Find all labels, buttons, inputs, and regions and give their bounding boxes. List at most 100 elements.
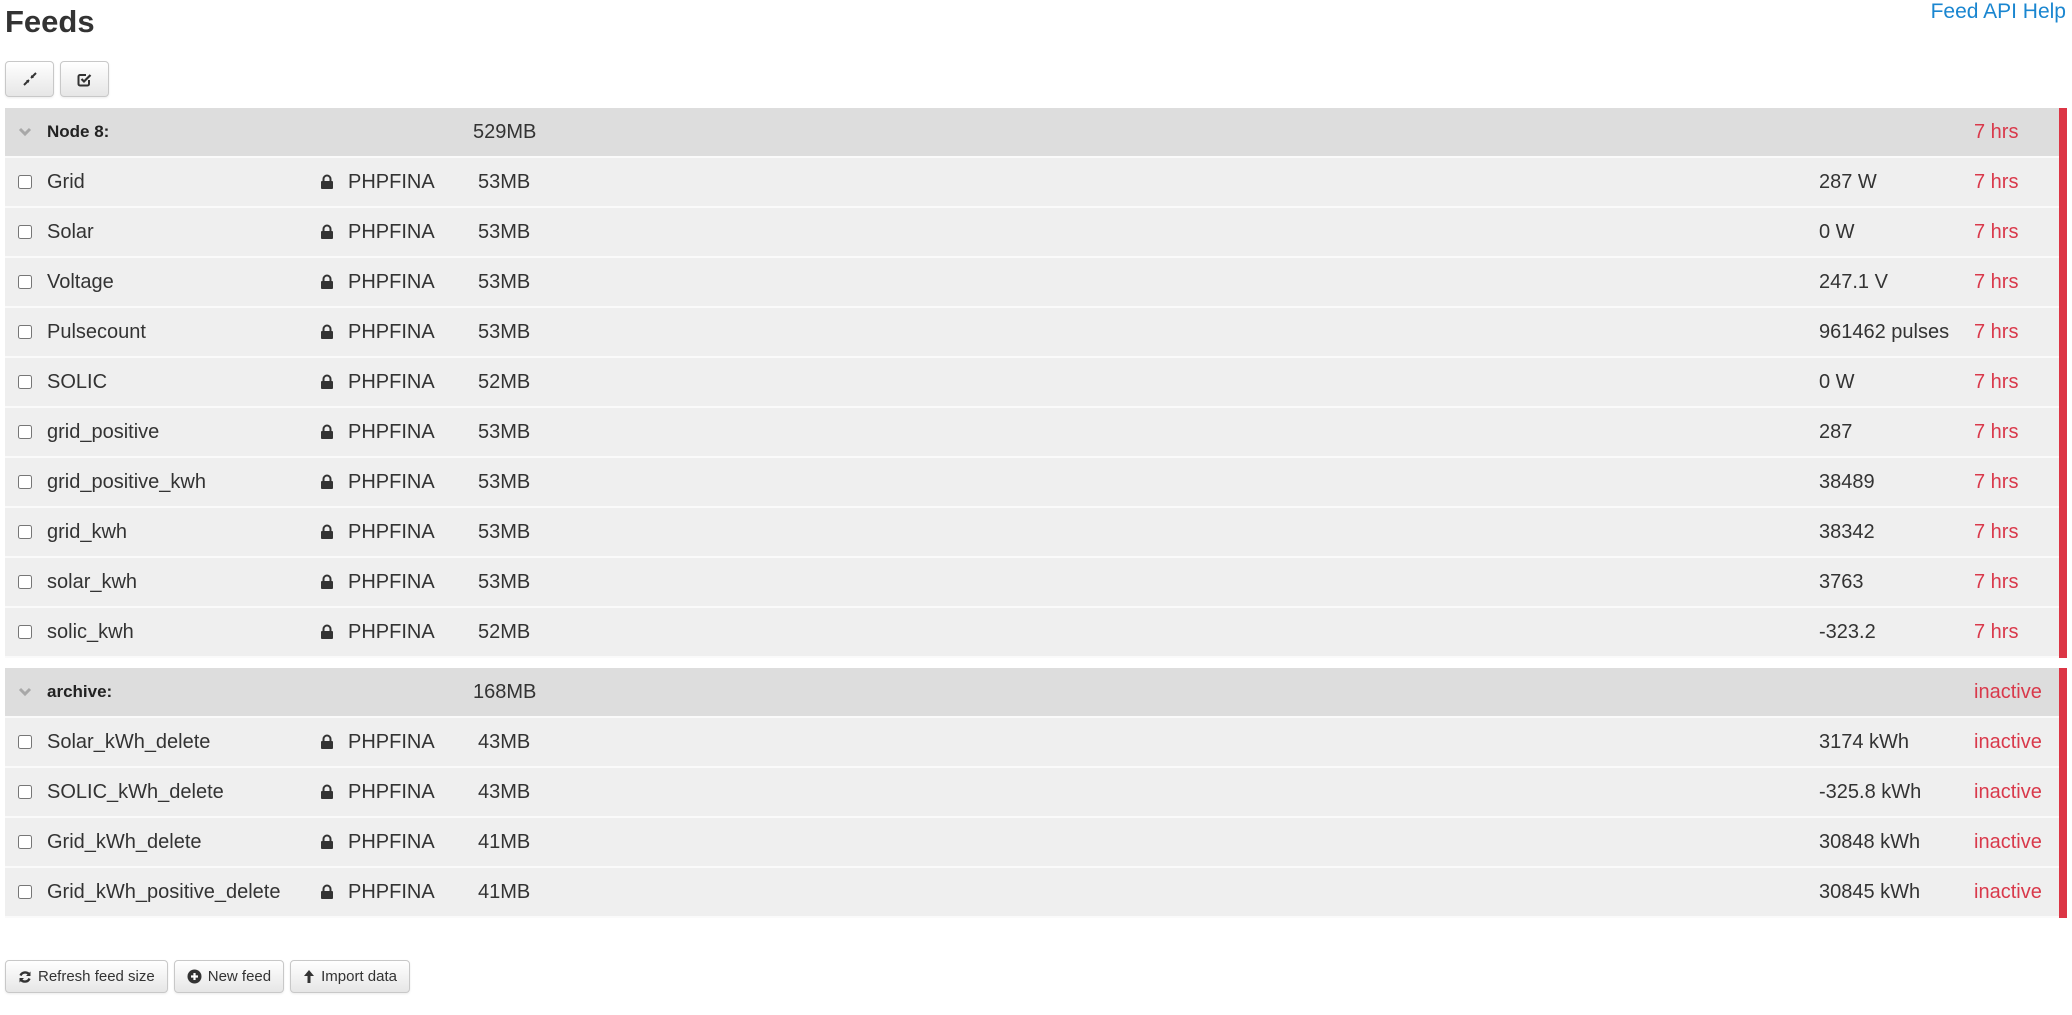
feed-select-checkbox-wrap[interactable] (18, 625, 32, 639)
feed-name[interactable]: Solar_kWh_delete (47, 731, 210, 754)
feed-updated: 7 hrs (1974, 570, 2019, 593)
feed-select-checkbox-wrap[interactable] (18, 175, 32, 189)
feed-engine: PHPFINA (348, 170, 435, 193)
import-data-button[interactable]: Import data (290, 960, 410, 993)
feed-row[interactable]: Pulsecount PHPFINA 53MB 961462 pulses 7 hrs (5, 308, 2067, 358)
feed-select-checkbox[interactable] (18, 275, 32, 289)
feed-select-checkbox-wrap[interactable] (18, 735, 32, 749)
feed-engine: PHPFINA (348, 320, 435, 343)
lock-icon (321, 174, 333, 189)
feed-size: 53MB (478, 520, 531, 543)
feed-select-checkbox-wrap[interactable] (18, 525, 32, 539)
feed-select-checkbox-wrap[interactable] (18, 225, 32, 239)
lock-icon (321, 224, 333, 239)
feed-row[interactable]: SOLIC PHPFINA 52MB 0 W 7 hrs (5, 358, 2067, 408)
feed-name[interactable]: SOLIC_kWh_delete (47, 781, 224, 804)
plus-circle-icon (187, 969, 202, 984)
feed-value: 0 W (1819, 220, 1855, 243)
lock-icon (321, 784, 333, 799)
chevron-down-icon[interactable] (18, 125, 32, 139)
feed-row[interactable]: Grid PHPFINA 53MB 287 W 7 hrs (5, 158, 2067, 208)
feed-engine: PHPFINA (348, 370, 435, 393)
feed-select-checkbox-wrap[interactable] (18, 275, 32, 289)
feed-row[interactable]: Voltage PHPFINA 53MB 247.1 V 7 hrs (5, 258, 2067, 308)
feed-value: -323.2 (1819, 620, 1876, 643)
feed-name[interactable]: Grid_kWh_positive_delete (47, 881, 280, 904)
feed-value: -325.8 kWh (1819, 780, 1922, 803)
lock-icon (321, 274, 333, 289)
feed-select-checkbox[interactable] (18, 625, 32, 639)
feed-select-checkbox[interactable] (18, 225, 32, 239)
feed-select-checkbox[interactable] (18, 325, 32, 339)
feed-select-checkbox-wrap[interactable] (18, 835, 32, 849)
feed-row[interactable]: grid_positive_kwh PHPFINA 53MB 38489 7 hrs (5, 458, 2067, 508)
feed-value: 961462 pulses (1819, 320, 1950, 343)
select-all-button[interactable] (60, 61, 109, 97)
feed-name[interactable]: Grid (47, 171, 85, 194)
feed-row[interactable]: Solar PHPFINA 53MB 0 W 7 hrs (5, 208, 2067, 258)
feed-name[interactable]: solar_kwh (47, 571, 137, 594)
feed-select-checkbox-wrap[interactable] (18, 785, 32, 799)
feed-select-checkbox[interactable] (18, 785, 32, 799)
feed-select-checkbox-wrap[interactable] (18, 475, 32, 489)
feed-select-checkbox[interactable] (18, 575, 32, 589)
collapse-all-button[interactable] (5, 61, 54, 97)
lock-icon (321, 574, 333, 589)
feed-select-checkbox[interactable] (18, 475, 32, 489)
feed-row[interactable]: grid_positive PHPFINA 53MB 287 7 hrs (5, 408, 2067, 458)
feed-name[interactable]: Grid_kWh_delete (47, 831, 202, 854)
feed-name[interactable]: grid_positive (47, 421, 159, 444)
feed-size: 53MB (478, 320, 531, 343)
feed-updated: 7 hrs (1974, 420, 2019, 443)
feed-row[interactable]: grid_kwh PHPFINA 53MB 38342 7 hrs (5, 508, 2067, 558)
check-square-icon (77, 73, 92, 86)
feed-select-checkbox[interactable] (18, 525, 32, 539)
feed-row[interactable]: Grid_kWh_positive_delete PHPFINA 41MB 30845… (5, 868, 2067, 918)
feed-select-checkbox[interactable] (18, 375, 32, 389)
import-data-label: Import data (321, 968, 397, 985)
feed-updated: 7 hrs (1974, 320, 2019, 343)
feed-select-checkbox[interactable] (18, 175, 32, 189)
feed-name[interactable]: Pulsecount (47, 321, 146, 344)
group-header[interactable]: archive: 168MB inactive (5, 668, 2067, 718)
feed-select-checkbox[interactable] (18, 835, 32, 849)
new-feed-button[interactable]: New feed (173, 960, 285, 993)
feed-select-checkbox-wrap[interactable] (18, 325, 32, 339)
feed-row[interactable]: Solar_kWh_delete PHPFINA 43MB 3174 kWh inact… (5, 718, 2067, 768)
feed-group-archive: archive: 168MB inactive Solar_kWh_delete… (5, 668, 2067, 918)
feed-row[interactable]: SOLIC_kWh_delete PHPFINA 43MB -325.8 kWh ina… (5, 768, 2067, 818)
feed-name[interactable]: solic_kwh (47, 621, 134, 644)
feed-value: 38342 (1819, 520, 1875, 543)
feed-size: 43MB (478, 780, 531, 803)
feed-name[interactable]: Solar (47, 221, 94, 244)
bottom-actions: Refresh feed size New feed Import data (5, 960, 410, 993)
feed-select-checkbox-wrap[interactable] (18, 375, 32, 389)
group-header[interactable]: Node 8: 529MB 7 hrs (5, 108, 2067, 158)
chevron-down-icon[interactable] (18, 685, 32, 699)
feed-row[interactable]: Grid_kWh_delete PHPFINA 41MB 30848 kWh inact… (5, 818, 2067, 868)
feed-name[interactable]: SOLIC (47, 371, 107, 394)
feed-select-checkbox-wrap[interactable] (18, 575, 32, 589)
group-status: 7 hrs (1974, 120, 2019, 143)
feed-name[interactable]: grid_kwh (47, 521, 127, 544)
feed-select-checkbox[interactable] (18, 735, 32, 749)
group-name: Node 8: (47, 122, 110, 141)
feed-api-help-link[interactable]: Feed API Help (1931, 0, 2066, 24)
compress-icon (22, 72, 37, 86)
feed-size: 53MB (478, 270, 531, 293)
feed-engine: PHPFINA (348, 520, 435, 543)
lock-icon (321, 834, 333, 849)
feed-row[interactable]: solic_kwh PHPFINA 52MB -323.2 7 hrs (5, 608, 2067, 658)
feed-row[interactable]: solar_kwh PHPFINA 53MB 3763 7 hrs (5, 558, 2067, 608)
feed-select-checkbox[interactable] (18, 425, 32, 439)
feed-engine: PHPFINA (348, 620, 435, 643)
feed-value: 287 W (1819, 170, 1877, 193)
feed-name[interactable]: Voltage (47, 271, 114, 294)
feed-value: 38489 (1819, 470, 1875, 493)
feed-select-checkbox[interactable] (18, 885, 32, 899)
refresh-feed-size-button[interactable]: Refresh feed size (5, 960, 168, 993)
feed-select-checkbox-wrap[interactable] (18, 425, 32, 439)
feed-name[interactable]: grid_positive_kwh (47, 471, 206, 494)
refresh-feed-size-label: Refresh feed size (38, 968, 155, 985)
feed-select-checkbox-wrap[interactable] (18, 885, 32, 899)
